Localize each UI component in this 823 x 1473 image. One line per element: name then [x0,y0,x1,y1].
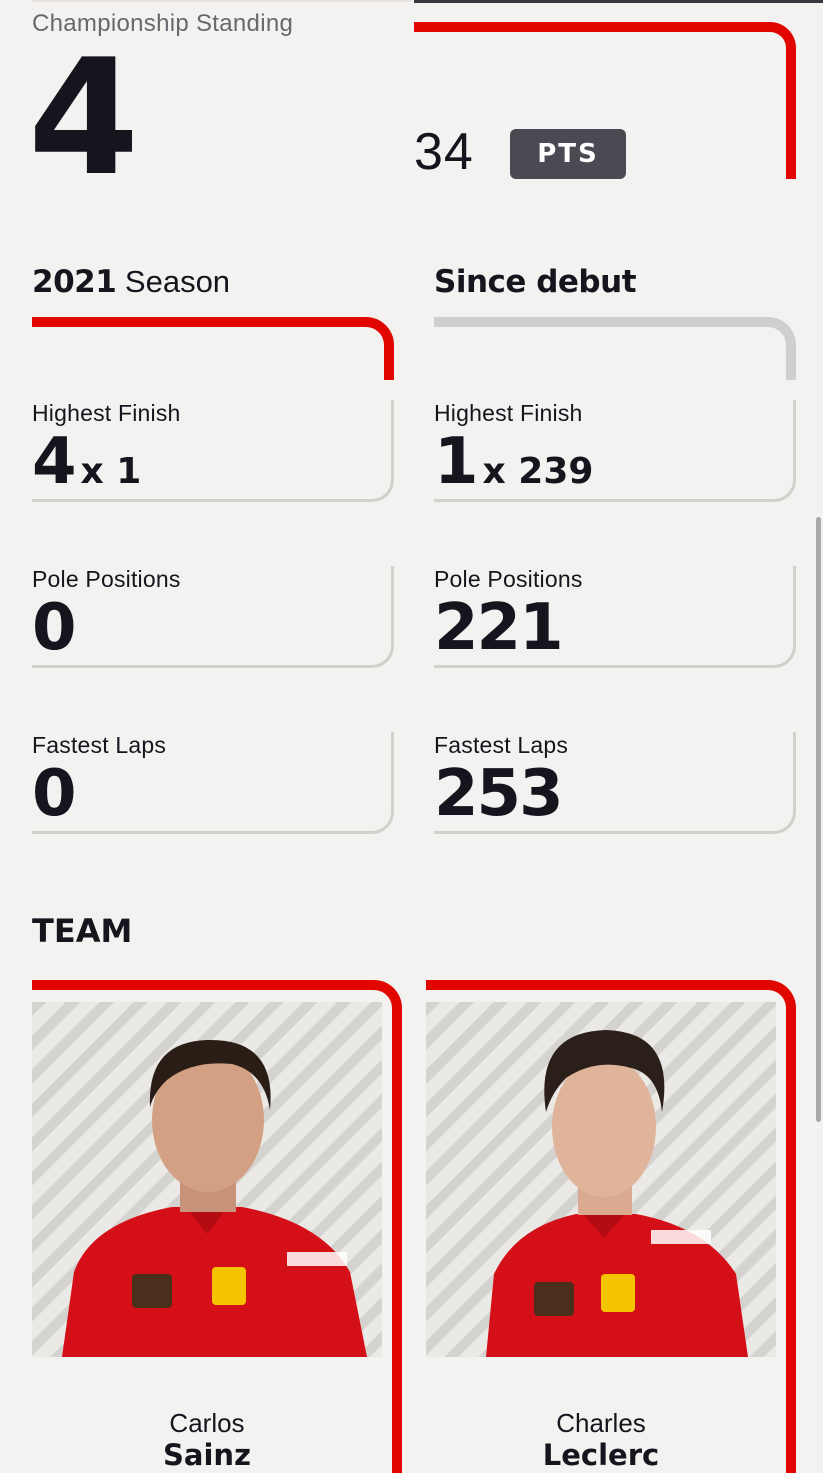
season-header: 2021 Season [32,262,230,302]
team-heading: TEAM [32,912,133,950]
season-highest-finish: Highest Finish 4x 1 [32,400,394,502]
points-unit-badge: PTS [510,129,626,179]
stat-label: Fastest Laps [434,732,569,758]
debut-pole-positions: Pole Positions 221 [434,566,796,668]
season-bracket [32,317,394,380]
since-debut-header: Since debut [434,264,637,300]
season-fastest-laps: Fastest Laps 0 [32,732,394,834]
stat-number: 1 [434,425,479,499]
stat-value: 0 [32,591,77,665]
driver-photo [426,1002,776,1357]
driver-card-leclerc[interactable]: Charles Leclerc [426,980,796,1473]
stat-value: 253 [434,757,564,831]
driver-portrait-image [486,1030,748,1357]
championship-position: 4 [28,24,139,211]
season-pole-positions: Pole Positions 0 [32,566,394,668]
stat-multiplier: x 1 [80,451,142,492]
driver-last-name: Leclerc [542,1438,660,1472]
stat-multiplier: x 239 [482,451,594,492]
debut-fastest-laps: Fastest Laps 253 [434,732,796,834]
stat-number: 4 [32,425,77,499]
stat-label: Highest Finish [32,400,181,426]
stat-label: Pole Positions [434,566,583,592]
since-debut-bracket [434,317,796,380]
driver-first-name: Charles [556,1408,646,1438]
top-divider-dark [414,0,823,3]
scrollbar[interactable] [816,517,821,1122]
driver-card-sainz[interactable]: Carlos Sainz [32,980,402,1473]
stat-value: 1x 239 [434,430,593,494]
driver-first-name: Carlos [169,1408,245,1438]
season-year: 2021 [32,264,117,300]
season-label: Season [124,264,231,299]
driver-portrait-image [62,1039,367,1357]
driver-last-name: Sainz [163,1438,251,1472]
driver-photo [32,1002,382,1357]
championship-points: 34 [414,123,474,181]
stat-label: Pole Positions [32,566,181,592]
stat-label: Fastest Laps [32,732,167,758]
debut-highest-finish: Highest Finish 1x 239 [434,400,796,502]
stat-value: 4x 1 [32,430,141,494]
stat-value: 0 [32,757,77,831]
stat-value: 221 [434,591,564,665]
stat-label: Highest Finish [434,400,583,426]
top-divider [32,0,412,2]
